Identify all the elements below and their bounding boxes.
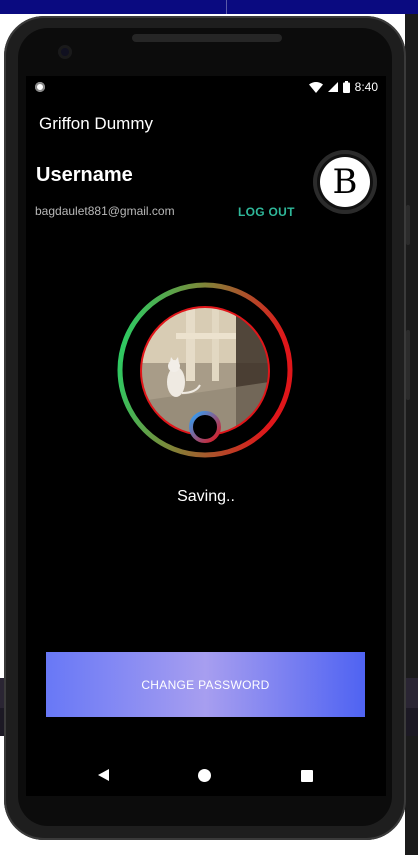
badge-letter: B <box>320 157 370 207</box>
logout-button[interactable]: LOG OUT <box>238 205 295 219</box>
desktop-divider <box>226 0 227 14</box>
app-screen: 8:40 Griffon Dummy Username bagdaulet881… <box>26 76 386 796</box>
volume-button <box>406 205 410 245</box>
avatar-ring <box>117 282 293 458</box>
home-icon[interactable] <box>198 769 211 782</box>
system-nav-bar <box>26 746 386 796</box>
profile-username: Username <box>36 164 133 186</box>
saving-status-text: Saving.. <box>177 488 235 505</box>
app-logo-badge: B <box>313 150 377 214</box>
front-camera-icon <box>58 45 72 59</box>
status-time: 8:40 <box>354 80 378 94</box>
change-password-button[interactable]: CHANGE PASSWORD <box>46 652 365 717</box>
back-icon[interactable] <box>98 769 109 781</box>
status-icons: 8:40 <box>308 80 378 94</box>
desktop-background-bar <box>0 0 418 14</box>
profile-email: bagdaulet881@gmail.com <box>35 204 175 218</box>
cell-signal-icon <box>327 82 338 92</box>
recents-icon[interactable] <box>301 770 313 782</box>
power-button <box>406 330 410 400</box>
battery-icon <box>342 81 350 93</box>
app-title: Griffon Dummy <box>39 114 153 133</box>
avatar[interactable] <box>116 281 296 461</box>
loading-spinner-icon <box>189 411 221 443</box>
earpiece-speaker <box>132 34 282 42</box>
wifi-icon <box>308 81 323 93</box>
notification-dot-icon <box>35 82 45 92</box>
status-bar: 8:40 <box>26 76 386 98</box>
